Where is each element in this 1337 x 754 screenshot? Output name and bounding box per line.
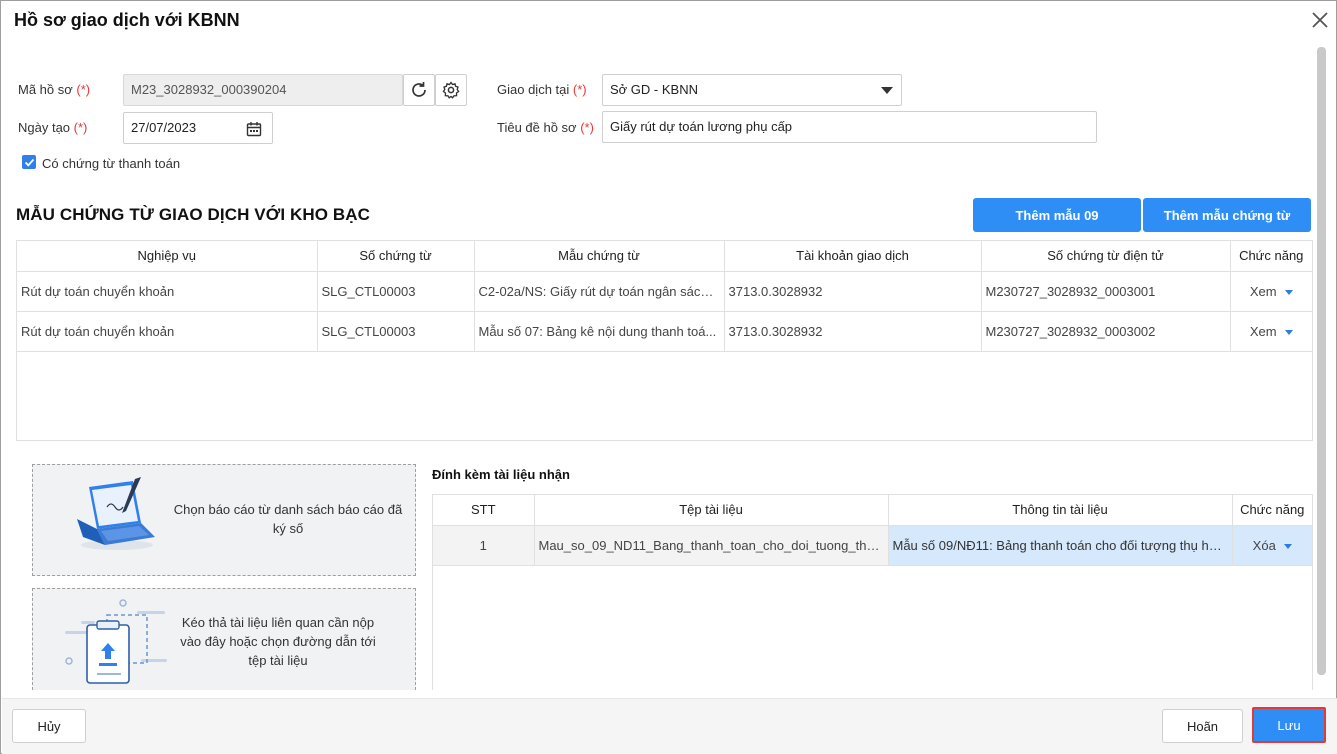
caret-down-icon[interactable]	[1284, 329, 1293, 335]
cell-so-chung-tu-dien-tu: M230727_3028932_0003002	[981, 311, 1231, 352]
col-so-chung-tu-dien-tu: Số chứng từ điện tử	[981, 241, 1231, 272]
col-chuc-nang: Chức năng	[1230, 241, 1312, 272]
cell-nghiep-vu: Rút dự toán chuyển khoản	[17, 271, 318, 312]
ngay-tao-input[interactable]: 27/07/2023	[123, 112, 273, 144]
attachments-table: STT Tệp tài liệu Thông tin tài liệu Chức…	[432, 494, 1313, 690]
voucher-table: Nghiệp vụ Số chứng từ Mẫu chứng từ Tài k…	[16, 240, 1313, 441]
choose-report-text: Chọn báo cáo từ danh sách báo cáo đã ký …	[173, 502, 403, 536]
xem-label[interactable]: Xem	[1250, 284, 1277, 299]
so-chung-tu-link[interactable]: SLG_CTL00003	[317, 271, 475, 312]
refresh-button[interactable]	[403, 74, 435, 106]
co-chung-tu-label: Có chứng từ thanh toán	[42, 156, 181, 171]
ma-ho-so-label: Mã hồ sơ (*)	[18, 82, 91, 97]
attachments-header: STT Tệp tài liệu Thông tin tài liệu Chức…	[433, 495, 1312, 526]
tieu-de-input[interactable]: Giấy rút dự toán lương phụ cấp	[602, 111, 1097, 143]
giao-dich-tai-select[interactable]: Sở GD - KBNN	[602, 74, 902, 106]
cell-mau-chung-tu: Mẫu số 07: Bảng kê nội dung thanh toá...	[474, 311, 725, 352]
cell-tai-khoan: 3713.0.3028932	[724, 271, 982, 312]
cell-tai-khoan: 3713.0.3028932	[724, 311, 982, 352]
dialog-title: Hồ sơ giao dịch với KBNN	[14, 10, 240, 30]
cell-mau-chung-tu: C2-02a/NS: Giấy rút dự toán ngân sách ..…	[474, 271, 725, 312]
co-chung-tu-checkbox[interactable]	[22, 155, 36, 169]
col-so-chung-tu: Số chứng từ	[317, 241, 475, 272]
so-chung-tu-link[interactable]: SLG_CTL00003	[317, 311, 475, 352]
col-tep-tai-lieu: Tệp tài liệu	[534, 495, 889, 526]
laptop-sign-icon	[77, 477, 155, 550]
col-thong-tin-tai-lieu: Thông tin tài liệu	[888, 495, 1233, 526]
table-row[interactable]: Rút dự toán chuyển khoản SLG_CTL00003 C2…	[17, 271, 1312, 312]
col-chuc-nang: Chức năng	[1232, 495, 1312, 526]
xem-action[interactable]: Xem	[1230, 311, 1312, 352]
save-button[interactable]: Lưu	[1252, 707, 1326, 743]
voucher-table-header: Nghiệp vụ Số chứng từ Mẫu chứng từ Tài k…	[17, 241, 1312, 272]
attachments-title: Đính kèm tài liệu nhận	[432, 467, 570, 482]
close-icon[interactable]	[1309, 9, 1331, 31]
scrollbar[interactable]	[1317, 47, 1326, 675]
ngay-tao-label: Ngày tạo (*)	[18, 120, 88, 135]
cell-nghiep-vu: Rút dự toán chuyển khoản	[17, 311, 318, 352]
calendar-icon	[246, 122, 262, 137]
xoa-action[interactable]: Xóa	[1232, 525, 1312, 566]
cell-thong-tin-tai-lieu[interactable]: Mẫu số 09/NĐ11: Bảng thanh toán cho đối …	[888, 525, 1233, 566]
col-mau-chung-tu: Mẫu chứng từ	[474, 241, 725, 272]
xem-label[interactable]: Xem	[1250, 324, 1277, 339]
caret-down-icon[interactable]	[1283, 543, 1292, 549]
giao-dich-tai-value: Sở GD - KBNN	[610, 82, 698, 97]
section-title: MẪU CHỨNG TỪ GIAO DỊCH VỚI KHO BẠC	[16, 205, 370, 224]
table-row[interactable]: 1 Mau_so_09_ND11_Bang_thanh_toan_cho_doi…	[433, 525, 1312, 566]
chevron-down-icon	[881, 87, 893, 94]
col-stt: STT	[433, 495, 535, 526]
table-row[interactable]: Rút dự toán chuyển khoản SLG_CTL00003 Mẫ…	[17, 311, 1312, 352]
refresh-icon	[412, 82, 426, 97]
them-mau-chung-tu-button[interactable]: Thêm mẫu chứng từ	[1143, 198, 1311, 232]
cancel-button[interactable]: Hủy	[12, 709, 86, 743]
cell-stt: 1	[433, 525, 535, 566]
upload-document-icon	[65, 599, 167, 684]
ngay-tao-value: 27/07/2023	[131, 120, 197, 135]
giao-dich-tai-label: Giao dịch tại (*)	[497, 82, 587, 97]
cell-so-chung-tu-dien-tu: M230727_3028932_0003001	[981, 271, 1231, 312]
settings-button[interactable]	[435, 74, 467, 106]
them-mau-09-button[interactable]: Thêm mẫu 09	[973, 198, 1141, 232]
footer: Hủy Hoãn Lưu	[2, 698, 1337, 754]
col-nghiep-vu: Nghiệp vụ	[17, 241, 318, 272]
col-tai-khoan: Tài khoản giao dịch	[724, 241, 982, 272]
choose-report-zone[interactable]: Chọn báo cáo từ danh sách báo cáo đã ký …	[32, 464, 416, 576]
check-icon	[24, 158, 34, 167]
caret-down-icon[interactable]	[1284, 289, 1293, 295]
dialog: Hồ sơ giao dịch với KBNN Mã hồ sơ (*) M2…	[0, 0, 1337, 754]
cell-tep-tai-lieu: Mau_so_09_ND11_Bang_thanh_toan_cho_doi_t…	[534, 525, 889, 566]
drag-drop-text: Kéo thả tài liệu liên quan cần nộp vào đ…	[180, 615, 376, 668]
postpone-button[interactable]: Hoãn	[1162, 709, 1243, 743]
tieu-de-label: Tiêu đề hồ sơ (*)	[497, 120, 594, 135]
ma-ho-so-input[interactable]: M23_3028932_000390204	[123, 74, 403, 106]
drag-drop-zone[interactable]: Kéo thả tài liệu liên quan cần nộp vào đ…	[32, 588, 416, 690]
xoa-label[interactable]: Xóa	[1253, 538, 1276, 553]
xem-action[interactable]: Xem	[1230, 271, 1312, 312]
gear-icon	[442, 81, 460, 99]
